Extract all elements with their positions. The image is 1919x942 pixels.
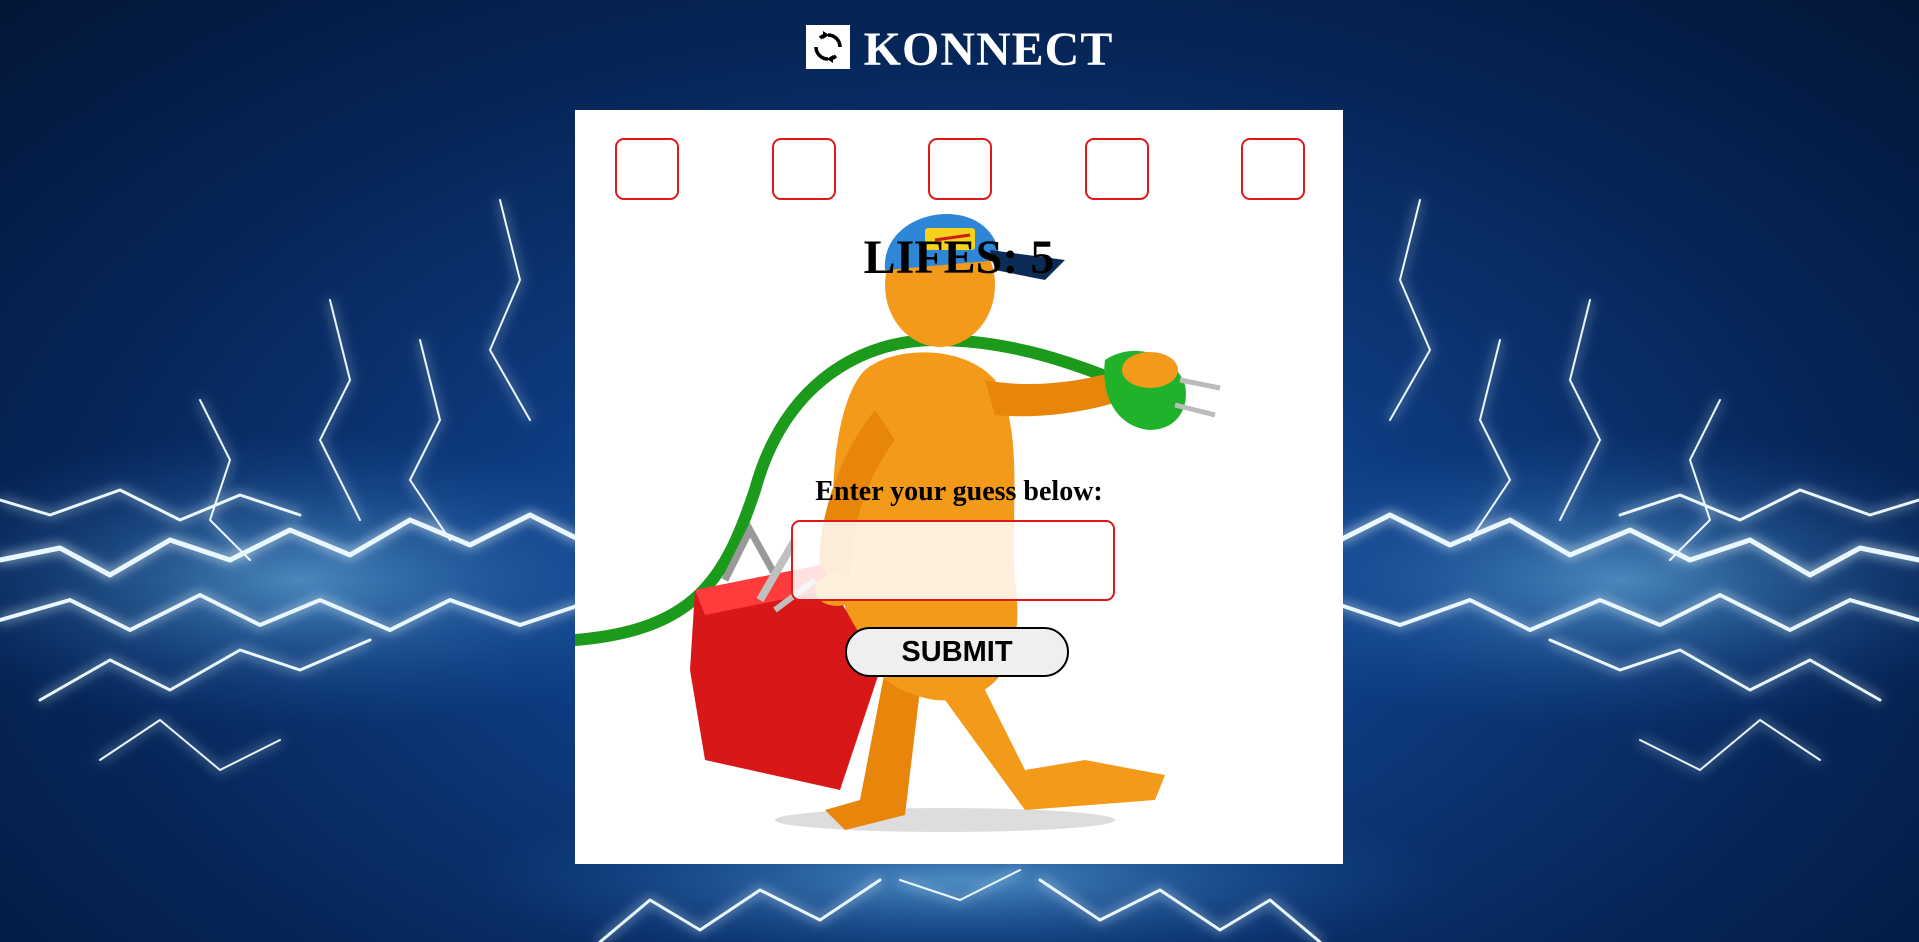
answer-slot [615,138,679,200]
lives-counter: LIFES: 5 [863,231,1055,284]
game-panel: LIFES: 5 Enter your guess below: SUBMIT [575,110,1343,864]
answer-slots [615,138,1305,200]
guess-prompt: Enter your guess below: [815,476,1103,507]
answer-slot [1241,138,1305,200]
answer-slot [771,138,836,200]
refresh-icon [805,24,850,69]
app-header: KONNECT [0,22,1919,82]
app-title: KONNECT [863,23,1114,76]
answer-slot [928,138,992,200]
submit-button[interactable]: SUBMIT [845,627,1069,677]
answer-slot [1084,138,1149,200]
guess-input[interactable] [791,520,1115,601]
